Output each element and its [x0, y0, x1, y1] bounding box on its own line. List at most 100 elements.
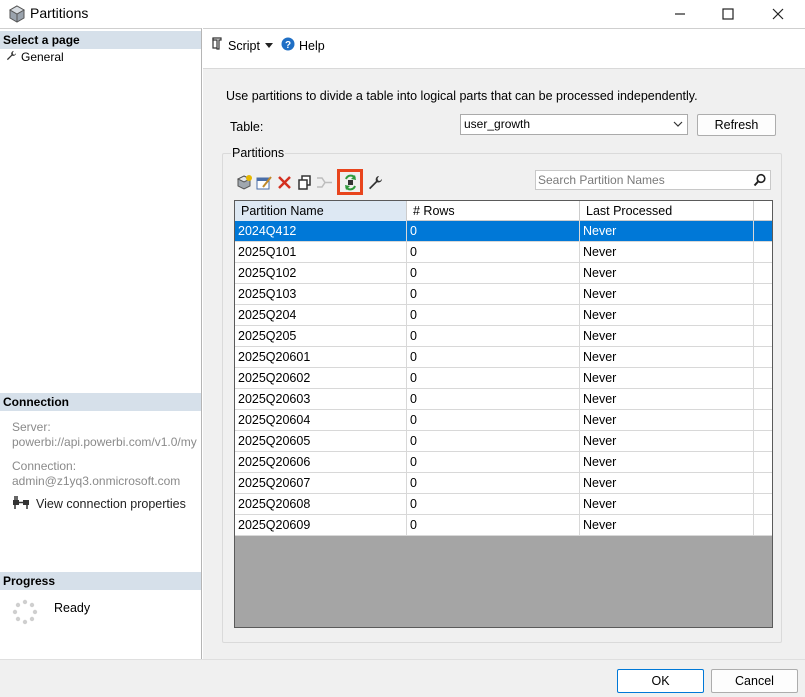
table-label: Table: [230, 120, 264, 134]
cell-last-processed: Never [580, 242, 754, 262]
table-row[interactable]: 2025Q20606 0 Never [235, 452, 772, 473]
description-text: Use partitions to divide a table into lo… [226, 89, 698, 103]
progress-header: Progress [0, 572, 201, 590]
table-row[interactable]: 2025Q20609 0 Never [235, 515, 772, 536]
search-input[interactable] [536, 171, 750, 189]
partitions-toolbar [236, 169, 384, 195]
minimize-button[interactable] [657, 0, 703, 28]
cell-partition-name: 2025Q20605 [235, 431, 407, 451]
table-row[interactable]: 2025Q103 0 Never [235, 284, 772, 305]
cell-last-processed: Never [580, 452, 754, 472]
help-label: Help [299, 38, 325, 53]
chevron-down-icon [673, 115, 683, 141]
left-pane: Select a page General Connection Server:… [0, 28, 202, 659]
column-header-last-processed[interactable]: Last Processed [580, 201, 754, 221]
table-row[interactable]: 2025Q20608 0 Never [235, 494, 772, 515]
search-icon[interactable] [753, 173, 767, 190]
cell-partition-name: 2025Q20606 [235, 452, 407, 472]
copy-icon[interactable] [296, 174, 313, 191]
cell-partition-name: 2025Q204 [235, 305, 407, 325]
server-value: powerbi://api.powerbi.com/v1.0/my [12, 435, 197, 449]
cell-last-processed: Never [580, 515, 754, 535]
table-row[interactable]: 2025Q20603 0 Never [235, 389, 772, 410]
cell-rows: 0 [407, 431, 580, 451]
table-row[interactable]: 2025Q204 0 Never [235, 305, 772, 326]
cell-filler [754, 284, 772, 304]
column-header-rows[interactable]: # Rows [407, 201, 580, 221]
cell-partition-name: 2025Q20608 [235, 494, 407, 514]
cell-last-processed: Never [580, 326, 754, 346]
cell-rows: 0 [407, 347, 580, 367]
table-row[interactable]: 2025Q205 0 Never [235, 326, 772, 347]
edit-partition-icon[interactable] [256, 174, 273, 191]
cell-rows: 0 [407, 263, 580, 283]
cell-filler [754, 326, 772, 346]
select-page-header: Select a page [0, 31, 201, 49]
refresh-button[interactable]: Refresh [697, 114, 776, 136]
view-connection-properties-link[interactable]: View connection properties [12, 495, 186, 512]
table-dropdown[interactable]: user_growth [460, 114, 688, 135]
cell-filler [754, 242, 772, 262]
wrench-icon[interactable] [367, 174, 384, 191]
maximize-button[interactable] [705, 0, 751, 28]
cell-last-processed: Never [580, 431, 754, 451]
cell-rows: 0 [407, 368, 580, 388]
help-button[interactable]: ? Help [281, 37, 325, 54]
process-partition-icon[interactable] [337, 169, 363, 195]
chevron-down-icon [264, 39, 274, 53]
partitions-group-label: Partitions [231, 146, 286, 160]
cell-partition-name: 2025Q205 [235, 326, 407, 346]
cell-last-processed: Never [580, 305, 754, 325]
help-icon: ? [281, 37, 295, 54]
cell-last-processed: Never [580, 263, 754, 283]
cell-filler [754, 221, 772, 241]
cell-filler [754, 347, 772, 367]
table-row[interactable]: 2025Q20604 0 Never [235, 410, 772, 431]
table-row[interactable]: 2025Q20605 0 Never [235, 431, 772, 452]
column-header-partition-name[interactable]: Partition Name [235, 201, 407, 221]
cell-filler [754, 263, 772, 283]
cancel-button[interactable]: Cancel [711, 669, 798, 693]
cell-rows: 0 [407, 515, 580, 535]
table-row[interactable]: 2025Q101 0 Never [235, 242, 772, 263]
script-icon [210, 37, 224, 54]
ok-button[interactable]: OK [617, 669, 704, 693]
cell-partition-name: 2025Q20601 [235, 347, 407, 367]
table-row[interactable]: 2025Q20601 0 Never [235, 347, 772, 368]
page-general[interactable]: General [6, 50, 64, 64]
table-row[interactable]: 2025Q102 0 Never [235, 263, 772, 284]
new-partition-icon[interactable] [236, 174, 253, 191]
cell-filler [754, 473, 772, 493]
cell-filler [754, 515, 772, 535]
search-partition-names-field[interactable] [535, 170, 771, 190]
cell-last-processed: Never [580, 284, 754, 304]
cell-last-processed: Never [580, 221, 754, 241]
grid-body: 2024Q412 0 Never 2025Q101 0 Never 2025Q102 0 N… [235, 221, 772, 536]
cell-rows: 0 [407, 221, 580, 241]
progress-spinner-icon [12, 599, 38, 625]
cell-rows: 0 [407, 410, 580, 430]
table-row[interactable]: 2025Q20607 0 Never [235, 473, 772, 494]
cell-last-processed: Never [580, 473, 754, 493]
cell-rows: 0 [407, 389, 580, 409]
close-button[interactable] [755, 0, 801, 28]
table-row[interactable]: 2025Q20602 0 Never [235, 368, 772, 389]
main-pane: Use partitions to divide a table into lo… [203, 68, 805, 659]
cell-rows: 0 [407, 326, 580, 346]
cell-filler [754, 368, 772, 388]
page-general-label: General [21, 50, 64, 64]
connection-header: Connection [0, 393, 201, 411]
cell-last-processed: Never [580, 494, 754, 514]
dialog-footer: OK Cancel [0, 659, 805, 697]
cell-filler [754, 494, 772, 514]
cell-filler [754, 431, 772, 451]
table-dropdown-value: user_growth [464, 117, 531, 131]
partitions-grid[interactable]: Partition Name # Rows Last Processed 202… [234, 200, 773, 628]
cell-last-processed: Never [580, 389, 754, 409]
connection-value: admin@z1yq3.onmicrosoft.com [12, 474, 181, 488]
script-button[interactable]: Script [210, 37, 274, 54]
cell-filler [754, 452, 772, 472]
script-label: Script [228, 38, 260, 53]
delete-icon[interactable] [276, 174, 293, 191]
table-row[interactable]: 2024Q412 0 Never [235, 221, 772, 242]
